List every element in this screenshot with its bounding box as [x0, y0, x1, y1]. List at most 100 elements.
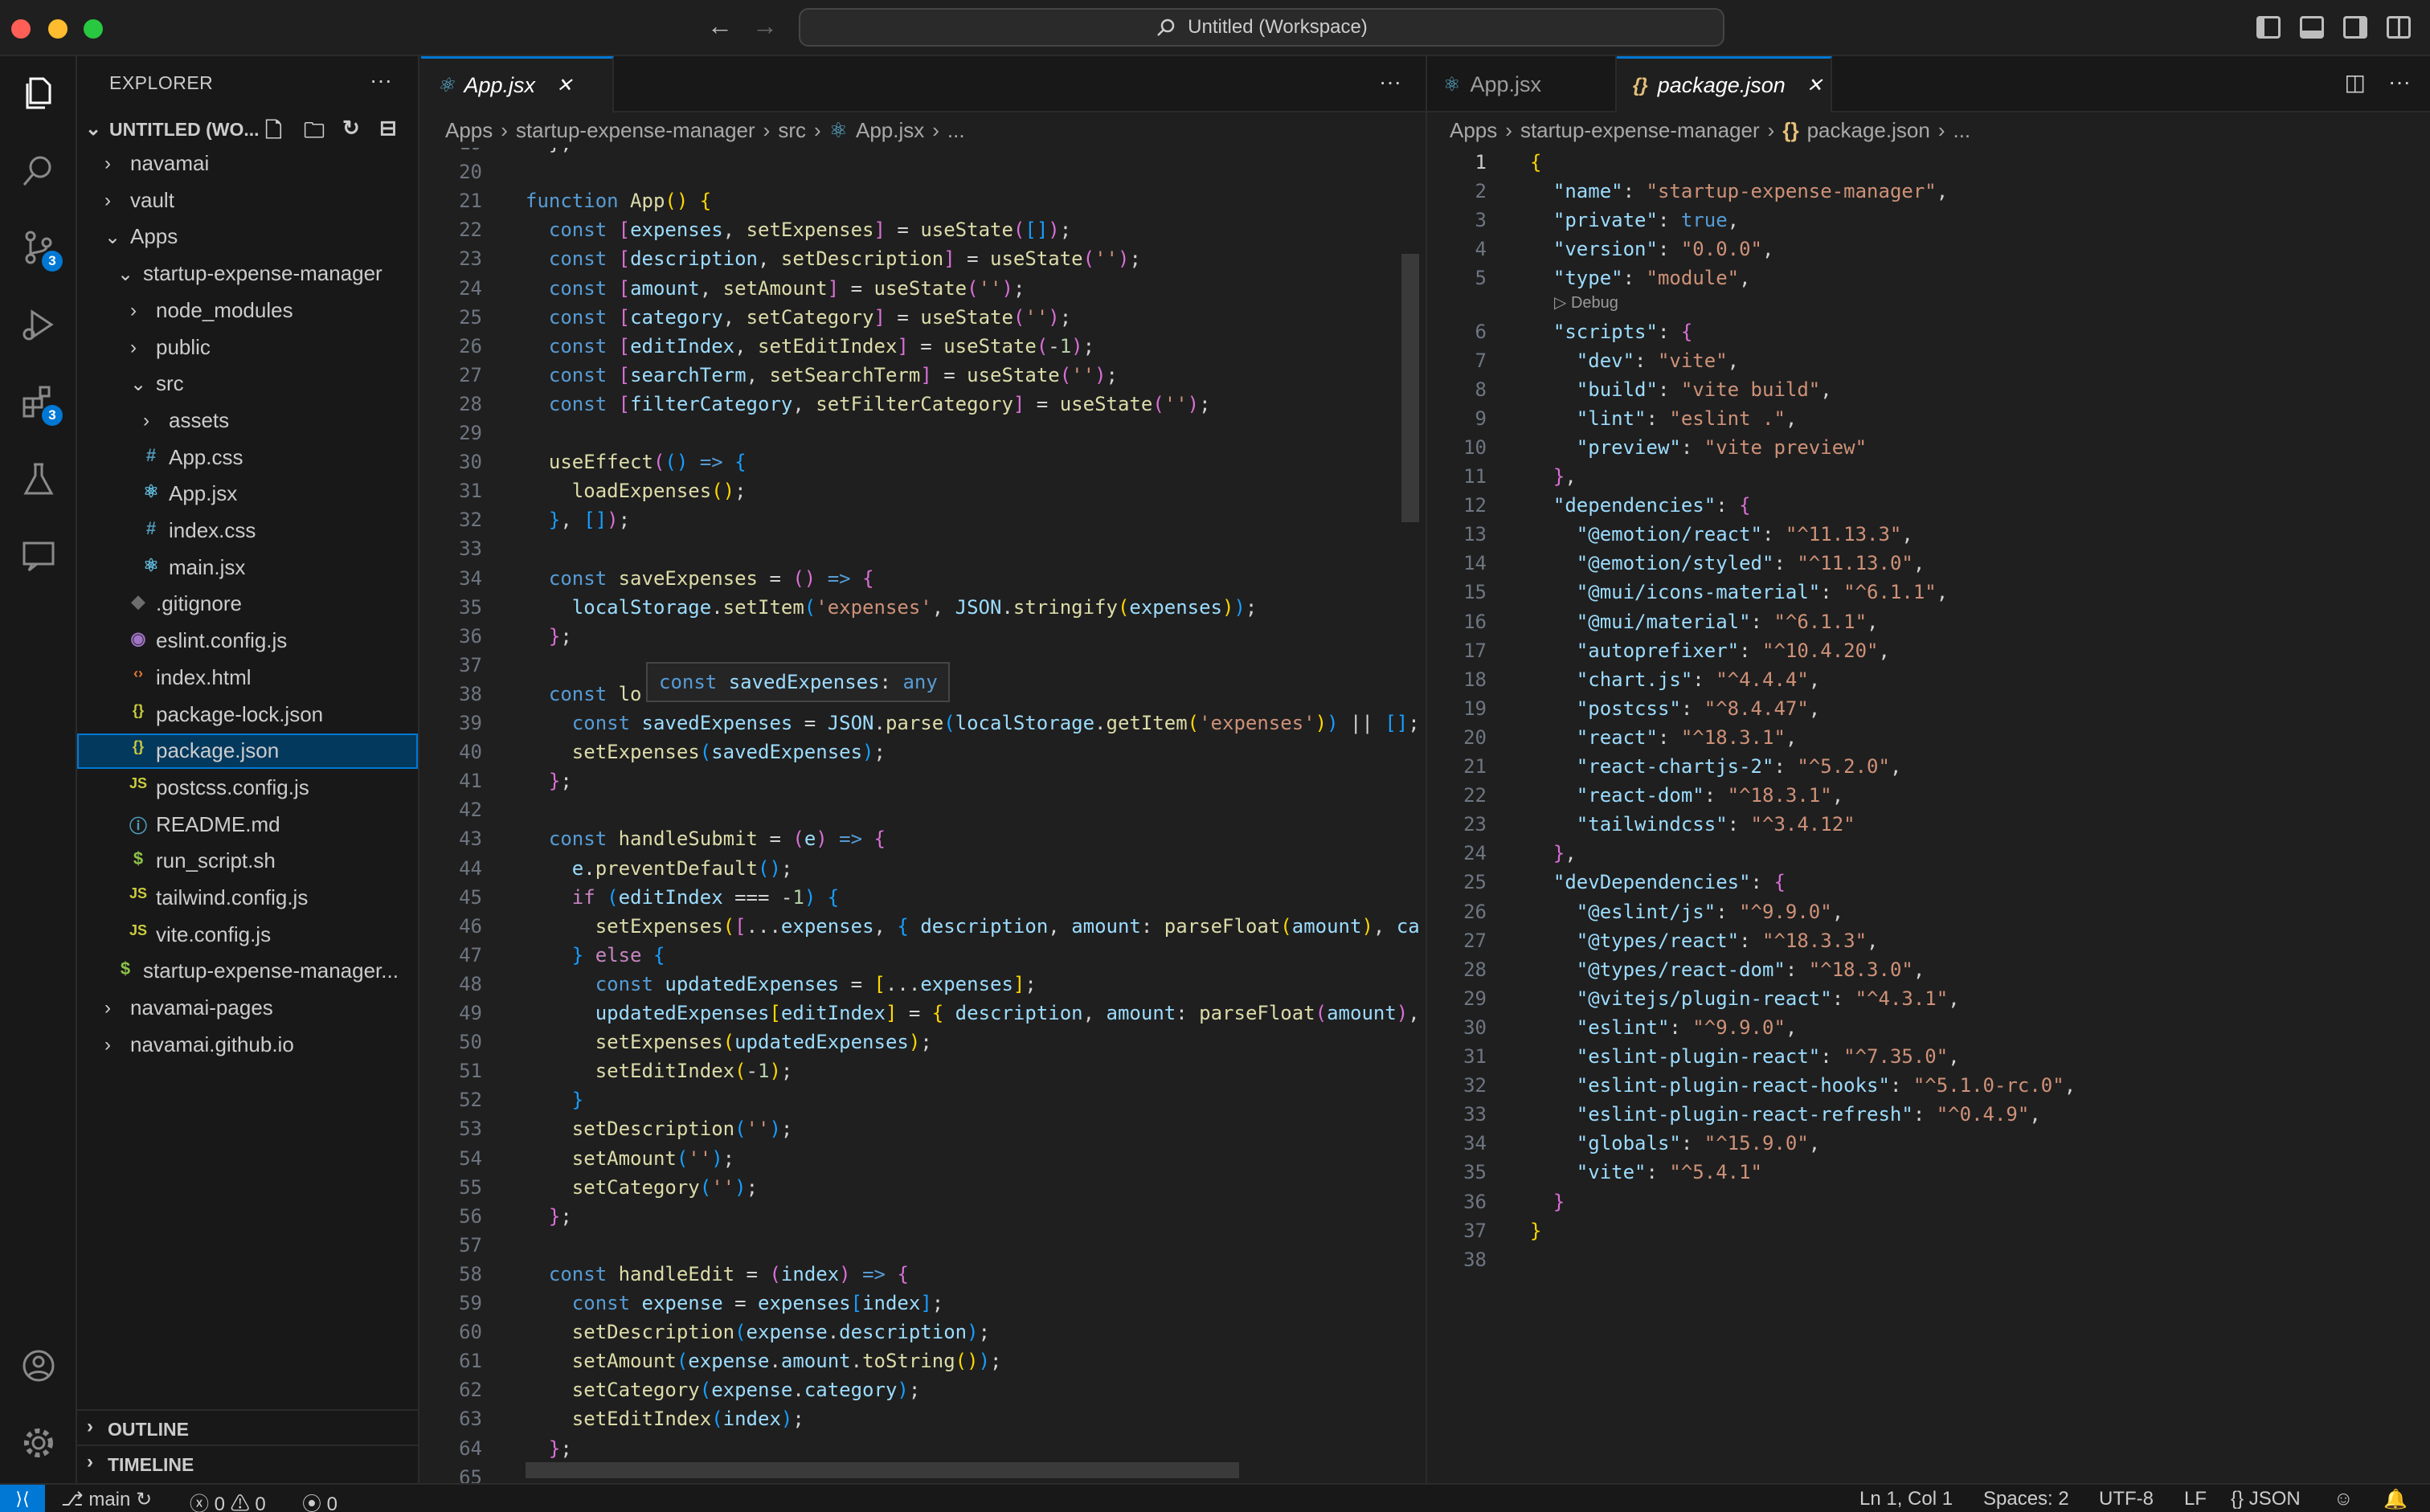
line-number: 32	[459, 509, 482, 532]
tree-file[interactable]: ◉ eslint.config.js	[77, 623, 418, 659]
tree-folder[interactable]: › public	[77, 330, 418, 366]
editor-more-icon[interactable]: ···	[1379, 69, 1401, 95]
remote-indicator-icon[interactable]: ⟩⟨	[0, 1485, 45, 1512]
minimize-window-button[interactable]	[48, 19, 68, 39]
code-line: const [editIndex, setEditIndex] = useSta…	[548, 334, 1095, 358]
tree-folder[interactable]: › navamai	[77, 146, 418, 182]
back-arrow-icon[interactable]: ←	[707, 11, 733, 41]
tree-file[interactable]: ◆ .gitignore	[77, 586, 418, 622]
tree-file[interactable]: {} package-lock.json	[77, 697, 418, 733]
tree-file[interactable]: JS tailwind.config.js	[77, 881, 418, 916]
breadcrumb-more[interactable]: ...	[947, 118, 965, 143]
split-editor-icon[interactable]: ◫	[2345, 69, 2366, 96]
customize-layout-icon[interactable]	[2387, 16, 2411, 39]
toggle-secondary-sidebar-icon[interactable]	[2343, 16, 2367, 39]
tree-file[interactable]: JS postcss.config.js	[77, 770, 418, 806]
breadcrumb-file[interactable]: package.json	[1807, 118, 1930, 143]
breadcrumb-more[interactable]: ...	[1953, 118, 1970, 143]
copilot-icon[interactable]: ☺	[2334, 1488, 2354, 1510]
branch-indicator[interactable]: ⎇ main ↻	[61, 1488, 152, 1511]
right-code-editor[interactable]: { "name": "startup-expense-manager", "pr…	[1530, 148, 2422, 1433]
close-tab-icon[interactable]: ✕	[1806, 74, 1822, 97]
breadcrumb-src[interactable]: src	[778, 118, 806, 143]
tree-folder[interactable]: ⌄ src	[77, 366, 418, 402]
testing-icon[interactable]	[18, 458, 59, 500]
tab-app-jsx-left[interactable]: ⚛ App.jsx ✕	[421, 56, 614, 112]
code-line: "eslint-plugin-react-hooks": "^5.1.0-rc.…	[1576, 1074, 2076, 1097]
breadcrumb-apps[interactable]: Apps	[445, 118, 493, 143]
ports-indicator[interactable]: ⦿ 0	[302, 1488, 338, 1512]
workspace-header[interactable]: ⌄ UNTITLED (WO... 🗋 🗀 ↻ ⊟	[77, 114, 419, 146]
tree-folder[interactable]: ⌄ startup-expense-manager	[77, 256, 418, 292]
minimap-scrollbar[interactable]	[1401, 254, 1419, 522]
code-line: const [description, setDescription] = us…	[548, 247, 1141, 271]
debug-codelens[interactable]: ▷ Debug	[1554, 292, 1618, 313]
breadcrumb-project[interactable]: startup-expense-manager	[1520, 118, 1760, 143]
editor-more-icon[interactable]: ···	[2388, 69, 2411, 95]
explorer-icon[interactable]	[18, 72, 59, 114]
encoding[interactable]: UTF-8	[2099, 1488, 2154, 1510]
more-actions-icon[interactable]: ···	[370, 67, 392, 93]
run-debug-icon[interactable]	[18, 304, 59, 345]
end-of-line[interactable]: LF	[2184, 1488, 2207, 1510]
tree-file[interactable]: ⚛ App.jsx	[77, 476, 418, 512]
code-line: const expense = expenses[index];	[571, 1292, 944, 1314]
breadcrumb-file[interactable]: App.jsx	[856, 118, 924, 143]
breadcrumb-project[interactable]: startup-expense-manager	[516, 118, 755, 143]
command-center-search[interactable]: Untitled (Workspace)	[799, 8, 1724, 47]
close-tab-icon[interactable]: ✕	[556, 74, 572, 97]
tree-file[interactable]: # App.css	[77, 440, 418, 476]
editor-split-divider[interactable]	[1426, 56, 1427, 1483]
accounts-icon[interactable]	[18, 1345, 59, 1387]
tree-folder[interactable]: › assets	[77, 403, 418, 439]
extensions-icon[interactable]: 3	[18, 381, 63, 426]
tree-file[interactable]: ‹› index.html	[77, 660, 418, 696]
title-bar: ← → Untitled (Workspace)	[0, 0, 2430, 56]
code-line: const [category, setCategory] = useState…	[548, 305, 1072, 329]
tree-file[interactable]: ⓘ README.md	[77, 807, 418, 843]
line-number: 9	[1475, 407, 1487, 430]
tree-folder[interactable]: › navamai-pages	[77, 991, 418, 1026]
manage-gear-icon[interactable]	[18, 1422, 59, 1464]
left-code-editor[interactable]: }; function App() { const [expenses, setE…	[526, 148, 1419, 1483]
indentation[interactable]: Spaces: 2	[1983, 1488, 2069, 1510]
horizontal-scrollbar[interactable]	[526, 1462, 1239, 1478]
timeline-section[interactable]: › TIMELINE	[77, 1445, 418, 1480]
tree-folder[interactable]: › vault	[77, 183, 418, 219]
cursor-position[interactable]: Ln 1, Col 1	[1859, 1488, 1953, 1510]
code-line: const [searchTerm, setSearchTerm] = useS…	[548, 363, 1118, 386]
notifications-bell-icon[interactable]: 🔔	[2383, 1488, 2408, 1511]
tree-file[interactable]: ⚛ main.jsx	[77, 550, 418, 586]
problems-indicator[interactable]: ⓧ 0 ⚠ 0	[190, 1488, 266, 1512]
tree-folder[interactable]: › navamai.github.io	[77, 1028, 418, 1063]
line-number: 37	[459, 653, 482, 676]
maximize-window-button[interactable]	[84, 19, 103, 39]
tree-folder[interactable]: ⌄ Apps	[77, 219, 418, 255]
source-control-icon[interactable]: 3	[18, 227, 63, 272]
toggle-primary-sidebar-icon[interactable]	[2256, 16, 2281, 39]
forward-arrow-icon[interactable]: →	[752, 11, 778, 41]
tab-package-json[interactable]: {} package.json ✕	[1617, 56, 1832, 112]
tree-file[interactable]: # index.css	[77, 513, 418, 549]
collapse-all-icon[interactable]: ⊟	[379, 116, 397, 141]
tab-app-jsx-right[interactable]: ⚛ App.jsx	[1427, 56, 1617, 112]
tree-file[interactable]: {} package.json	[77, 734, 418, 769]
code-line: "private": true,	[1552, 209, 1740, 232]
search-icon[interactable]	[18, 149, 59, 191]
breadcrumb-apps[interactable]: Apps	[1450, 118, 1497, 143]
outline-section[interactable]: › OUTLINE	[77, 1409, 418, 1445]
refresh-icon[interactable]: ↻	[342, 116, 360, 141]
remote-explorer-icon[interactable]	[18, 535, 59, 577]
tree-file[interactable]: JS vite.config.js	[77, 917, 418, 953]
toggle-panel-icon[interactable]	[2300, 16, 2324, 39]
code-line: "@emotion/styled": "^11.13.0",	[1576, 552, 1925, 575]
tree-file[interactable]: $ run_script.sh	[77, 844, 418, 879]
tree-folder[interactable]: › node_modules	[77, 293, 418, 329]
code-line: };	[548, 624, 572, 648]
language-mode[interactable]: {} JSON	[2231, 1488, 2301, 1510]
react-icon: ⚛	[437, 75, 455, 96]
close-window-button[interactable]	[11, 19, 31, 39]
tree-file[interactable]: $ startup-expense-manager...	[77, 954, 418, 989]
line-number: 15	[1463, 581, 1487, 604]
line-number: 30	[459, 451, 482, 474]
